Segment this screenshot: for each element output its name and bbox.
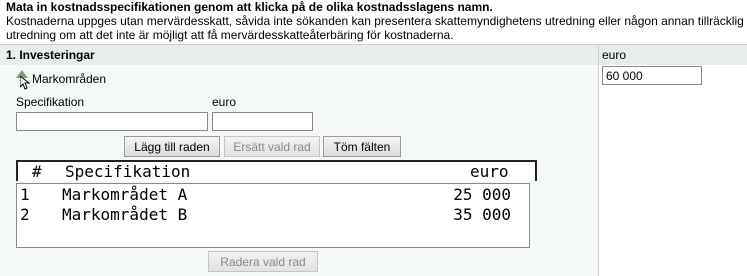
specification-label: Specifikation bbox=[16, 95, 85, 109]
instructions-line-2: utredning om att det inte är möjligt att… bbox=[6, 28, 454, 42]
section-title: 1. Investeringar bbox=[6, 48, 95, 62]
row-specification: Markområdet B bbox=[62, 205, 188, 224]
row-specification: Markområdet A bbox=[62, 185, 188, 204]
column-divider bbox=[598, 44, 599, 276]
list-item[interactable]: 1 Markområdet A 25 000 bbox=[17, 185, 529, 205]
list-header-euro: euro bbox=[470, 162, 509, 181]
replace-row-button[interactable]: Ersätt vald rad bbox=[224, 136, 320, 157]
euro-total-field[interactable] bbox=[602, 66, 702, 85]
clear-fields-button[interactable]: Töm fälten bbox=[323, 136, 401, 157]
section-name-link[interactable]: Markområden bbox=[32, 72, 106, 86]
mouse-pointer-icon bbox=[20, 76, 30, 90]
instructions: Mata in kostnadsspecifikationen genom at… bbox=[6, 0, 747, 42]
cost-list[interactable]: 1 Markområdet A 25 000 2 Markområdet B 3… bbox=[16, 183, 530, 248]
list-item[interactable]: 2 Markområdet B 35 000 bbox=[17, 205, 529, 225]
euro-panel bbox=[599, 65, 747, 276]
row-number: 2 bbox=[20, 205, 30, 224]
euro-input[interactable] bbox=[212, 112, 313, 131]
add-row-button[interactable]: Lägg till raden bbox=[124, 136, 220, 157]
instructions-heading: Mata in kostnadsspecifikationen genom at… bbox=[6, 0, 493, 14]
row-number: 1 bbox=[20, 185, 30, 204]
row-euro: 35 000 bbox=[453, 205, 511, 224]
instructions-line-1: Kostnaderna uppges utan mervärdesskatt, … bbox=[6, 14, 744, 28]
row-euro: 25 000 bbox=[453, 185, 511, 204]
euro-label: euro bbox=[212, 95, 237, 109]
euro-column-header: euro bbox=[602, 48, 627, 62]
table-header-row: 1. Investeringar euro bbox=[0, 44, 747, 66]
specification-input[interactable] bbox=[16, 112, 208, 131]
list-header: # Specifikation euro bbox=[16, 160, 537, 181]
delete-row-button[interactable]: Radera vald rad bbox=[208, 251, 318, 272]
list-header-number: # bbox=[32, 162, 42, 181]
list-header-specification: Specifikation bbox=[65, 162, 191, 181]
